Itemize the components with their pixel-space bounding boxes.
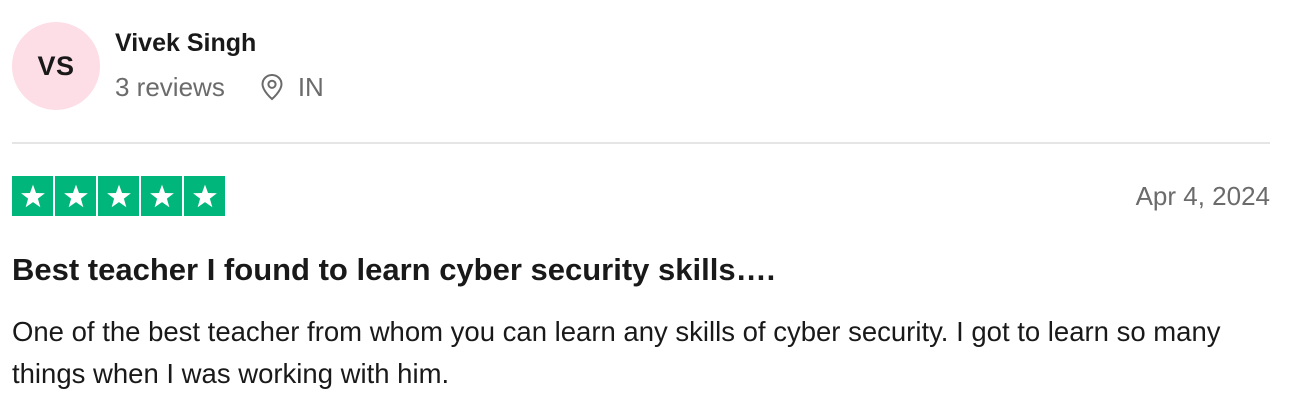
location-pin-icon bbox=[259, 73, 285, 101]
reviewer-header: VS Vivek Singh 3 reviews IN bbox=[12, 22, 324, 110]
avatar[interactable]: VS bbox=[12, 22, 100, 110]
star-icon bbox=[12, 176, 53, 216]
review-card: VS Vivek Singh 3 reviews IN Apr 4, 2024 … bbox=[0, 0, 1292, 416]
star-icon bbox=[141, 176, 182, 216]
star-icon bbox=[98, 176, 139, 216]
divider bbox=[12, 142, 1270, 144]
star-rating bbox=[12, 176, 225, 216]
star-icon bbox=[55, 176, 96, 216]
review-body: One of the best teacher from whom you ca… bbox=[12, 316, 1221, 389]
review-date: Apr 4, 2024 bbox=[1135, 181, 1270, 211]
country-code: IN bbox=[297, 72, 324, 102]
reviewer-meta: 3 reviews IN bbox=[115, 72, 324, 102]
rating-row: Apr 4, 2024 bbox=[12, 176, 1270, 216]
avatar-initials: VS bbox=[37, 50, 75, 81]
review-title[interactable]: Best teacher I found to learn cyber secu… bbox=[12, 250, 775, 290]
review-count[interactable]: 3 reviews bbox=[115, 72, 225, 102]
reviewer-location: IN bbox=[259, 72, 324, 102]
reviewer-info: Vivek Singh 3 reviews IN bbox=[115, 22, 324, 102]
star-icon bbox=[184, 176, 225, 216]
reviewer-name[interactable]: Vivek Singh bbox=[115, 28, 324, 58]
